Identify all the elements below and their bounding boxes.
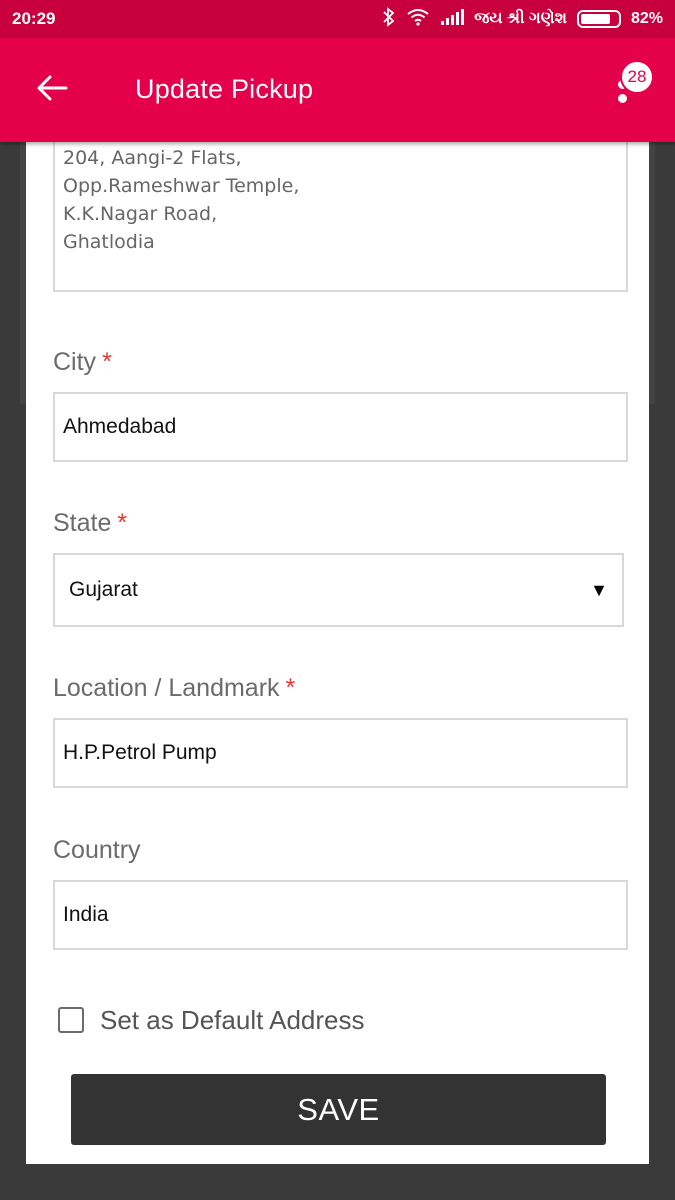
status-bar: 20:29 જય શ્રી ગણેશ 82% (0, 0, 675, 38)
state-select[interactable]: Gujarat ▼ (53, 553, 624, 627)
required-marker: * (117, 509, 128, 537)
battery-percent: 82% (630, 10, 663, 27)
default-address-row[interactable]: Set as Default Address (58, 1002, 364, 1038)
city-label: City * (53, 348, 112, 377)
status-time: 20:29 (12, 9, 56, 28)
city-value: Ahmedabad (63, 415, 177, 438)
landmark-label: Location / Landmark * (53, 674, 295, 703)
required-marker: * (285, 674, 296, 702)
wifi-icon (406, 8, 430, 31)
country-value: India (63, 903, 109, 926)
state-label: State * (53, 509, 127, 538)
back-button[interactable] (30, 68, 74, 112)
address-textarea[interactable]: 204, Aangi-2 Flats, Opp.Rameshwar Temple… (53, 140, 628, 292)
state-value: Gujarat (69, 578, 138, 601)
battery-fill (580, 14, 611, 24)
address-line: Opp.Rameshwar Temple, (63, 175, 300, 197)
save-button[interactable]: SAVE (71, 1074, 606, 1145)
address-line: 204, Aangi-2 Flats, (63, 147, 242, 169)
city-field[interactable]: Ahmedabad (53, 392, 628, 462)
country-field[interactable]: India (53, 880, 628, 950)
address-form: 204, Aangi-2 Flats, Opp.Rameshwar Temple… (26, 140, 649, 1164)
country-label: Country (53, 836, 141, 865)
default-address-label: Set as Default Address (100, 1004, 365, 1035)
page-title: Update Pickup (135, 74, 314, 104)
address-line: Ghatlodia (63, 231, 155, 253)
carrier-name: જય શ્રી ગણેશ (474, 10, 567, 27)
arrow-left-icon (36, 74, 68, 107)
notification-badge[interactable]: 28 (620, 60, 654, 94)
signal-icon (440, 8, 465, 30)
landmark-field[interactable]: H.P.Petrol Pump (53, 718, 628, 788)
address-line: K.K.Nagar Road, (63, 203, 218, 225)
landmark-label-text: Location / Landmark (53, 674, 280, 702)
country-label-text: Country (53, 836, 141, 864)
default-address-checkbox[interactable] (58, 1007, 84, 1033)
caret-down-icon: ▼ (590, 579, 608, 600)
state-label-text: State (53, 509, 112, 537)
status-indicators: જય શ્રી ગણેશ 82% (382, 6, 663, 32)
bluetooth-icon (382, 6, 396, 32)
landmark-value: H.P.Petrol Pump (63, 741, 217, 764)
city-label-text: City (53, 348, 97, 376)
required-marker: * (102, 348, 112, 376)
battery-icon (576, 10, 621, 28)
app-bar: Update Pickup (0, 38, 675, 142)
